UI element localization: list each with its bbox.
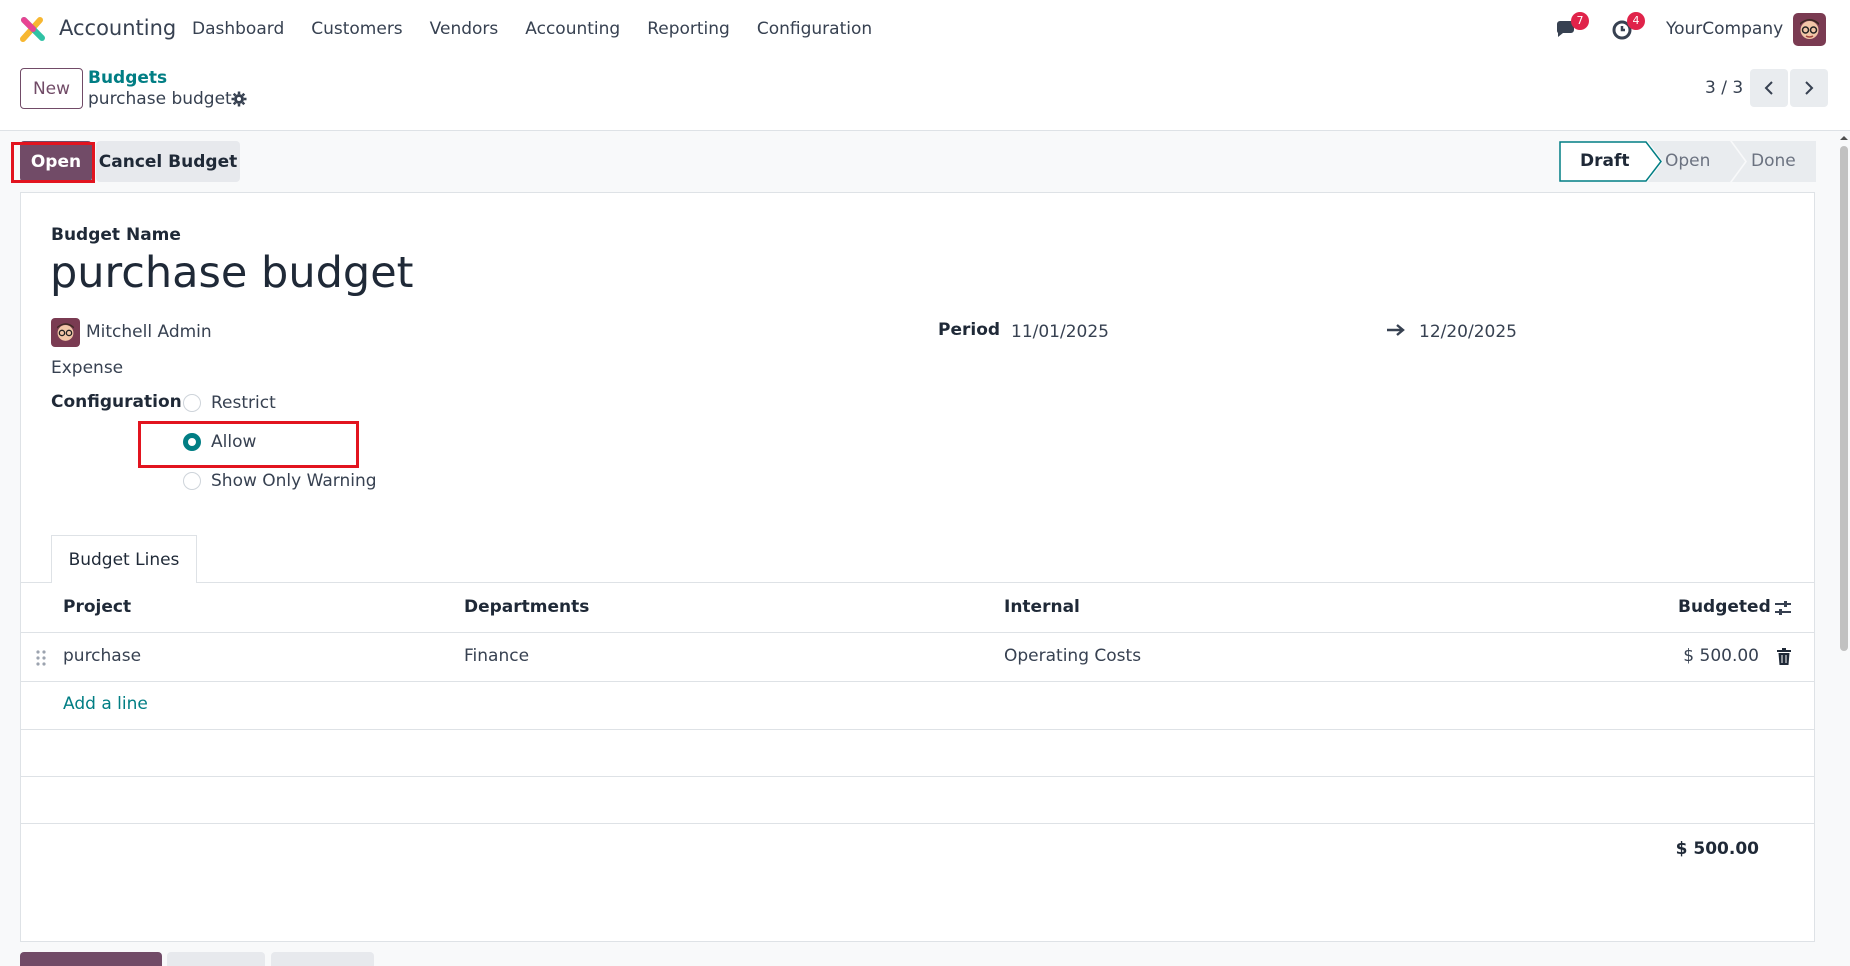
radio-restrict[interactable]: Restrict <box>183 393 276 413</box>
menu-customers[interactable]: Customers <box>311 19 402 39</box>
period-end-field[interactable]: 12/20/2025 <box>1419 322 1517 342</box>
status-stages: Draft Open Done <box>1559 141 1816 182</box>
allow-option-highlight <box>138 421 359 468</box>
column-departments[interactable]: Departments <box>464 597 589 617</box>
configuration-label: Configuration <box>51 392 182 412</box>
cell-project[interactable]: purchase <box>63 646 141 666</box>
column-internal[interactable]: Internal <box>1004 597 1080 617</box>
cell-budgeted[interactable]: $ 500.00 <box>1683 646 1759 666</box>
cell-department[interactable]: Finance <box>464 646 529 666</box>
activities-button[interactable] <box>271 952 374 966</box>
top-navbar: Accounting Dashboard Customers Vendors A… <box>0 0 1850 58</box>
messages-badge: 7 <box>1571 12 1589 30</box>
company-switcher[interactable]: YourCompany <box>1666 19 1783 39</box>
activities-badge: 4 <box>1627 12 1645 30</box>
radio-warning-button[interactable] <box>183 472 201 490</box>
new-button[interactable]: New <box>20 68 83 109</box>
period-label: Period <box>938 320 1001 340</box>
budgeted-total: $ 500.00 <box>1675 839 1759 859</box>
period-start-field[interactable]: 11/01/2025 <box>1011 322 1109 342</box>
app-name[interactable]: Accounting <box>59 16 176 40</box>
pager-next-button[interactable] <box>1790 69 1828 107</box>
breadcrumb-current: purchase budget <box>88 89 232 109</box>
empty-row <box>20 777 1815 824</box>
budget-type-field[interactable]: Expense <box>51 358 123 378</box>
stage-open[interactable]: Open <box>1665 151 1710 171</box>
add-line-row: Add a line <box>20 682 1815 730</box>
menu-reporting[interactable]: Reporting <box>647 19 730 39</box>
send-message-button[interactable] <box>20 952 162 966</box>
tab-budget-lines[interactable]: Budget Lines <box>51 535 197 583</box>
add-line-link[interactable]: Add a line <box>63 694 148 714</box>
responsible-avatar <box>51 318 80 347</box>
chevron-right-icon <box>1805 81 1814 95</box>
breadcrumb-budgets[interactable]: Budgets <box>88 68 167 88</box>
log-note-button[interactable] <box>167 952 265 966</box>
arrow-right-icon <box>1387 324 1405 336</box>
empty-row <box>20 730 1815 777</box>
chevron-left-icon <box>1764 81 1773 95</box>
pager-previous-button[interactable] <box>1750 69 1788 107</box>
column-budgeted[interactable]: Budgeted <box>1678 597 1771 617</box>
responsible-field[interactable]: Mitchell Admin <box>86 322 212 342</box>
gear-icon[interactable] <box>231 91 247 107</box>
drag-handle-icon[interactable] <box>36 649 46 667</box>
stage-done[interactable]: Done <box>1751 151 1796 171</box>
stage-draft[interactable]: Draft <box>1580 151 1630 171</box>
menu-dashboard[interactable]: Dashboard <box>192 19 284 39</box>
main-menu: Dashboard Customers Vendors Accounting R… <box>192 19 899 39</box>
column-project[interactable]: Project <box>63 597 131 617</box>
menu-vendors[interactable]: Vendors <box>430 19 499 39</box>
radio-show-only-warning[interactable]: Show Only Warning <box>183 471 377 491</box>
app-logo-icon[interactable] <box>20 16 46 42</box>
budget-name-label: Budget Name <box>51 225 181 245</box>
budget-name-input[interactable]: purchase budget <box>50 248 414 298</box>
menu-accounting[interactable]: Accounting <box>525 19 620 39</box>
cancel-budget-button[interactable]: Cancel Budget <box>96 141 240 182</box>
user-avatar[interactable] <box>1793 13 1826 46</box>
table-header: Project Departments Internal Budgeted <box>20 583 1815 633</box>
form-sheet <box>20 192 1815 942</box>
trash-icon[interactable] <box>1777 648 1791 665</box>
scroll-up-icon[interactable] <box>1838 132 1850 144</box>
menu-configuration[interactable]: Configuration <box>757 19 872 39</box>
optional-columns-icon[interactable] <box>1774 599 1792 617</box>
pager-value[interactable]: 3 / 3 <box>1705 78 1743 98</box>
table-row[interactable]: purchase Finance Operating Costs $ 500.0… <box>20 633 1815 682</box>
radio-warning-label[interactable]: Show Only Warning <box>211 471 377 491</box>
control-panel: New Budgets purchase budget 3 / 3 <box>0 58 1850 131</box>
cell-internal[interactable]: Operating Costs <box>1004 646 1141 666</box>
scrollbar-thumb[interactable] <box>1840 146 1848 651</box>
open-button-highlight <box>11 142 95 183</box>
radio-restrict-button[interactable] <box>183 394 201 412</box>
radio-restrict-label[interactable]: Restrict <box>211 393 276 413</box>
